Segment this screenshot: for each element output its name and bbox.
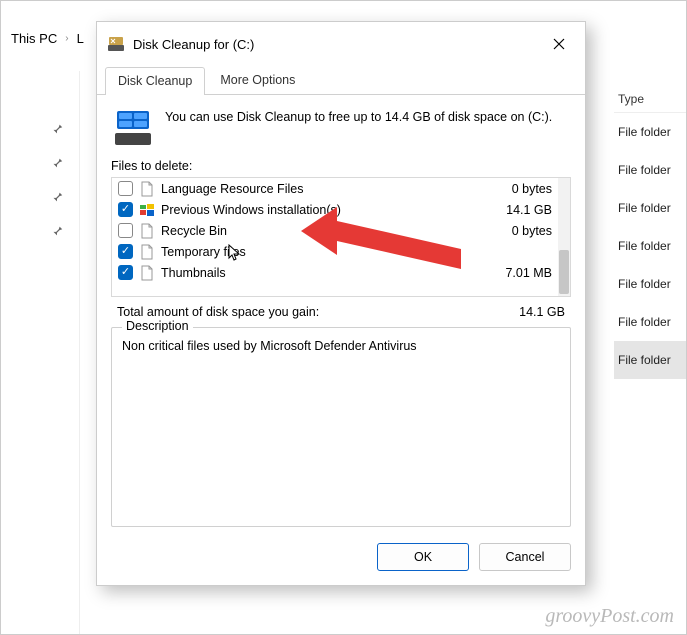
dialog-buttons: OK Cancel <box>97 531 585 585</box>
file-icon <box>139 265 155 281</box>
description-text: Non critical files used by Microsoft Def… <box>122 338 560 356</box>
pin-icon <box>49 121 65 137</box>
cancel-button[interactable]: Cancel <box>479 543 571 571</box>
disk-cleanup-icon <box>107 35 125 53</box>
file-row[interactable]: Temporary files <box>112 241 558 262</box>
column-header-type[interactable]: Type <box>614 86 686 113</box>
description-legend: Description <box>122 319 193 333</box>
pin-icon <box>49 155 65 171</box>
close-button[interactable] <box>543 30 575 58</box>
pinned-column <box>49 121 65 239</box>
file-row[interactable]: Language Resource Files 0 bytes <box>112 178 558 199</box>
type-column: Type File folderFile folderFile folderFi… <box>614 86 686 379</box>
file-name: Thumbnails <box>161 266 476 280</box>
file-name: Language Resource Files <box>161 182 476 196</box>
type-cell[interactable]: File folder <box>614 265 686 303</box>
total-value: 14.1 GB <box>519 305 565 319</box>
disk-cleanup-dialog: Disk Cleanup for (C:) Disk Cleanup More … <box>96 21 586 586</box>
dialog-title: Disk Cleanup for (C:) <box>133 37 543 52</box>
divider <box>79 71 80 634</box>
checkbox[interactable] <box>118 181 133 196</box>
drive-icon <box>113 109 153 145</box>
checkbox[interactable] <box>118 265 133 280</box>
scrollbar[interactable] <box>558 178 570 296</box>
ok-button[interactable]: OK <box>377 543 469 571</box>
scrollbar-thumb[interactable] <box>559 250 569 294</box>
intro-row: You can use Disk Cleanup to free up to 1… <box>111 105 571 155</box>
breadcrumb-next[interactable]: L <box>77 31 84 46</box>
description-fieldset: Description Non critical files used by M… <box>111 327 571 527</box>
file-size: 14.1 GB <box>482 203 552 217</box>
checkbox[interactable] <box>118 244 133 259</box>
file-name: Previous Windows installation(s) <box>161 203 476 217</box>
file-icon <box>139 244 155 260</box>
files-list: Language Resource Files 0 bytes Previous W… <box>111 177 571 297</box>
breadcrumb-pc[interactable]: This PC <box>11 31 57 46</box>
file-icon <box>139 202 155 218</box>
file-name: Temporary files <box>161 245 476 259</box>
tab-more-options[interactable]: More Options <box>207 66 308 94</box>
file-size: 0 bytes <box>482 224 552 238</box>
checkbox[interactable] <box>118 202 133 217</box>
titlebar: Disk Cleanup for (C:) <box>97 22 585 66</box>
file-size: 7.01 MB <box>482 266 552 280</box>
chevron-right-icon: › <box>65 33 68 44</box>
pin-icon <box>49 223 65 239</box>
type-cell[interactable]: File folder <box>614 113 686 151</box>
tab-pane: You can use Disk Cleanup to free up to 1… <box>97 95 585 531</box>
file-name: Recycle Bin <box>161 224 476 238</box>
intro-text: You can use Disk Cleanup to free up to 1… <box>165 109 552 145</box>
files-to-delete-label: Files to delete: <box>111 159 571 173</box>
checkbox[interactable] <box>118 223 133 238</box>
file-row[interactable]: Thumbnails 7.01 MB <box>112 262 558 283</box>
total-label: Total amount of disk space you gain: <box>117 305 519 319</box>
watermark: groovyPost.com <box>545 605 674 628</box>
type-cell[interactable]: File folder <box>614 303 686 341</box>
type-cell[interactable]: File folder <box>614 151 686 189</box>
tab-disk-cleanup[interactable]: Disk Cleanup <box>105 67 205 95</box>
file-icon <box>139 223 155 239</box>
type-cell[interactable]: File folder <box>614 189 686 227</box>
file-row[interactable]: Previous Windows installation(s) 14.1 GB <box>112 199 558 220</box>
breadcrumb[interactable]: This PC › L <box>11 31 84 46</box>
file-row[interactable]: Recycle Bin 0 bytes <box>112 220 558 241</box>
type-cell[interactable]: File folder <box>614 227 686 265</box>
tab-strip: Disk Cleanup More Options <box>97 66 585 95</box>
file-icon <box>139 181 155 197</box>
type-cell[interactable]: File folder <box>614 341 686 379</box>
pin-icon <box>49 189 65 205</box>
file-size: 0 bytes <box>482 182 552 196</box>
